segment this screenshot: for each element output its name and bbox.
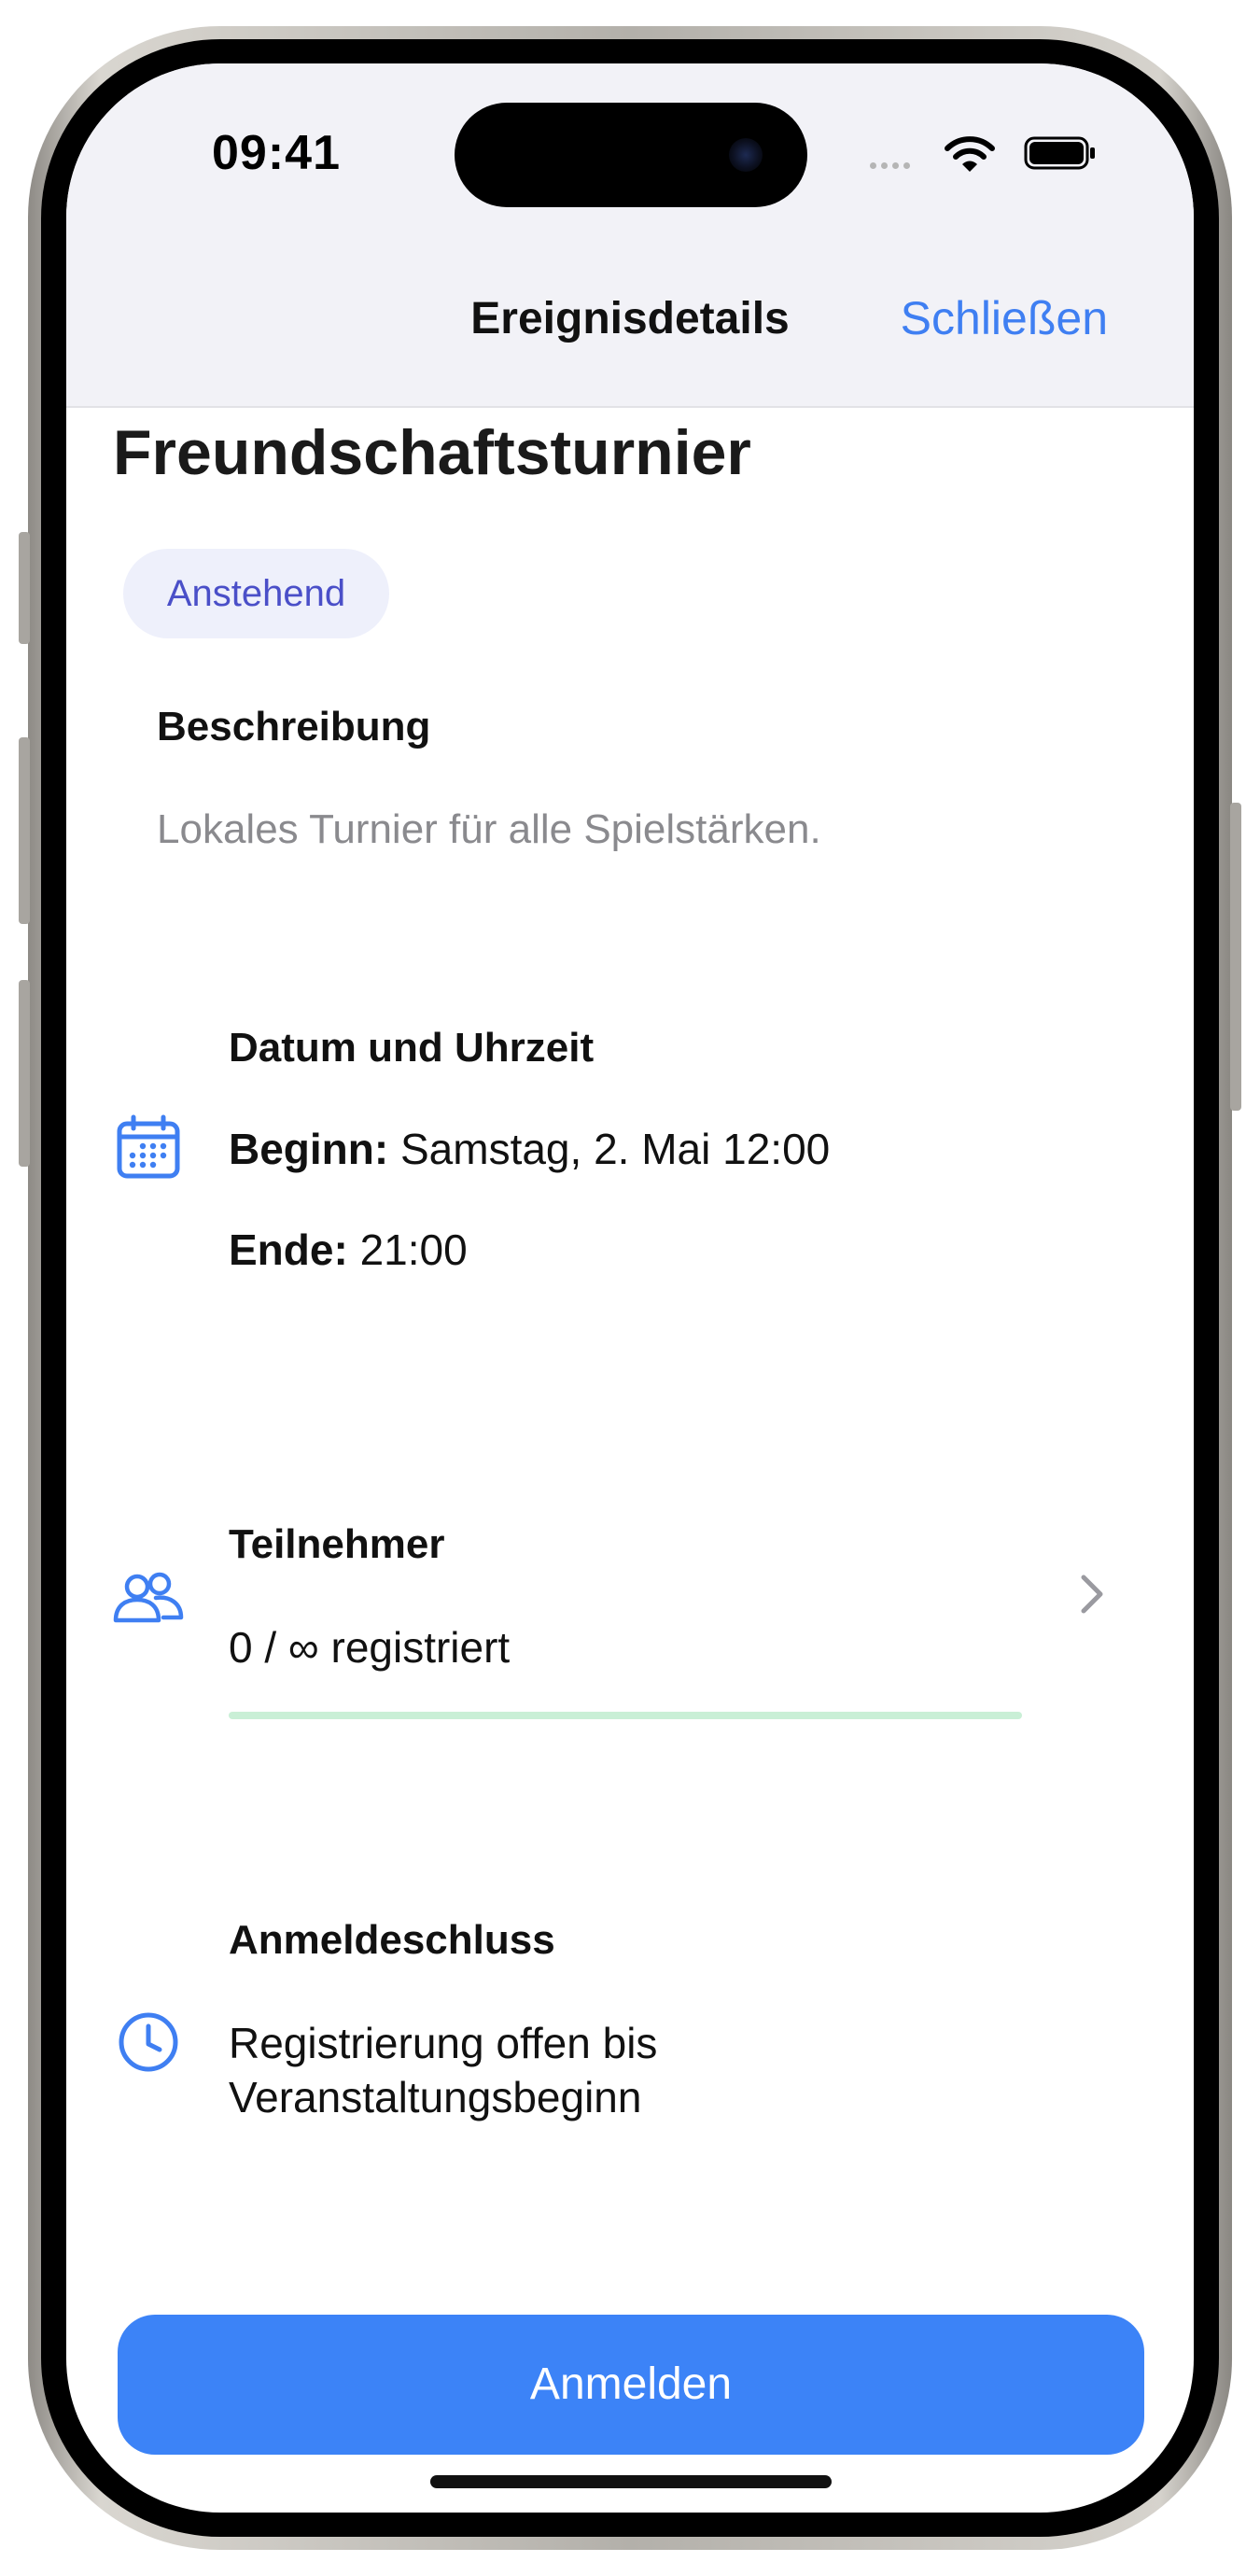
end-line: Ende: 21:00 (229, 1225, 468, 1275)
camera-icon (729, 138, 763, 172)
status-time: 09:41 (212, 126, 341, 180)
start-line: Beginn: Samstag, 2. Mai 12:00 (229, 1124, 830, 1174)
power-button (1230, 803, 1241, 1111)
people-icon (113, 1572, 184, 1623)
end-label: Ende: (229, 1225, 348, 1274)
battery-icon (1024, 136, 1095, 170)
home-indicator[interactable] (430, 2475, 832, 2488)
participants-count: 0 / ∞ registriert (229, 1623, 511, 1672)
action-button (19, 532, 30, 644)
description-heading: Beschreibung (157, 704, 431, 749)
description-text: Lokales Turnier für alle Spielstärken. (157, 806, 821, 852)
volume-up-button (19, 737, 30, 924)
register-button[interactable]: Anmelden (118, 2315, 1144, 2455)
calendar-icon (117, 1114, 180, 1179)
dynamic-island (455, 103, 807, 207)
start-value: Samstag, 2. Mai 12:00 (399, 1125, 831, 1173)
datetime-heading: Datum und Uhrzeit (229, 1025, 595, 1071)
wifi-icon (945, 136, 995, 172)
status-icons (854, 136, 1097, 174)
deadline-heading: Anmeldeschluss (229, 1917, 555, 1963)
deadline-line-2: Veranstaltungsbeginn (229, 2073, 642, 2121)
navigation-bar: 09:41 Ereignisdetails Schließen (66, 63, 1194, 408)
screen: 09:41 Ereignisdetails Schließen Freundsc… (66, 63, 1194, 2513)
status-badge: Anstehend (123, 549, 389, 638)
signal-icon (865, 157, 910, 174)
close-button[interactable]: Schließen (901, 291, 1108, 345)
start-label: Beginn: (229, 1125, 389, 1173)
volume-down-button (19, 980, 30, 1167)
participants-progress-bar (229, 1712, 1022, 1719)
clock-icon (119, 2012, 178, 2072)
event-title: Freundschaftsturnier (113, 417, 751, 488)
end-value: 21:00 (359, 1225, 468, 1274)
chevron-right-icon[interactable] (1078, 1572, 1106, 1617)
deadline-line-1: Registrierung offen bis (229, 2019, 658, 2067)
participants-heading: Teilnehmer (229, 1521, 445, 1567)
